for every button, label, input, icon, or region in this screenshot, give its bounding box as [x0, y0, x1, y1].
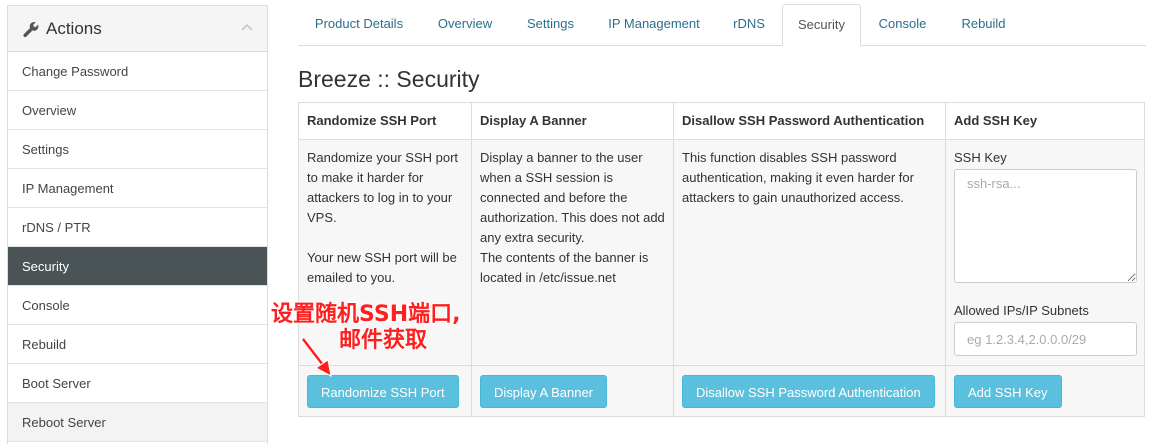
sidebar-title: Actions [46, 18, 102, 38]
actions-sidebar: Actions Change Password Overview Setting… [7, 5, 268, 444]
tab-rebuild[interactable]: Rebuild [942, 4, 1025, 46]
tab-overview[interactable]: Overview [420, 4, 510, 46]
tab-bar: Product Details Overview Settings IP Man… [298, 4, 1146, 46]
column-header: Disallow SSH Password Authentication [674, 103, 945, 140]
sidebar-item-security[interactable]: Security [8, 247, 267, 286]
disallow-password-auth-button[interactable]: Disallow SSH Password Authentication [682, 375, 935, 408]
display-banner-button[interactable]: Display A Banner [480, 375, 608, 408]
column-description: This function disables SSH password auth… [674, 140, 945, 366]
sidebar-item-label: Console [22, 297, 70, 313]
disallow-password-auth-column: Disallow SSH Password Authentication Thi… [674, 103, 946, 416]
description-text: The contents of the banner is located in… [480, 250, 649, 285]
annotation-line-1: 设置随机SSH端口, [271, 302, 461, 327]
sidebar-item-label: Security [22, 258, 69, 274]
tab-product-details[interactable]: Product Details [298, 4, 420, 46]
allowed-ips-input[interactable] [954, 322, 1137, 356]
sidebar-item-overview[interactable]: Overview [8, 91, 267, 130]
sidebar-item-console[interactable]: Console [8, 286, 267, 325]
column-header: Display A Banner [472, 103, 673, 140]
sidebar-header[interactable]: Actions [8, 6, 267, 52]
randomize-ssh-port-button[interactable]: Randomize SSH Port [307, 375, 459, 408]
page-title: Breeze :: Security [298, 66, 480, 92]
sidebar-item-settings[interactable]: Settings [8, 130, 267, 169]
column-header: Add SSH Key [946, 103, 1144, 140]
tab-settings[interactable]: Settings [510, 4, 591, 46]
allowed-ips-label: Allowed IPs/IP Subnets [954, 303, 1089, 318]
display-banner-column: Display A Banner Display a banner to the… [472, 103, 674, 416]
sidebar-item-reboot-server[interactable]: Reboot Server [8, 403, 267, 442]
chevron-up-icon[interactable] [241, 23, 253, 31]
ssh-key-textarea[interactable] [954, 169, 1137, 283]
sidebar-item-rebuild[interactable]: Rebuild [8, 325, 267, 364]
sidebar-item-label: Reboot Server [22, 414, 106, 430]
description-text: Your new SSH port will be emailed to you… [307, 250, 457, 285]
sidebar-item-label: Boot Server [22, 375, 91, 391]
add-ssh-key-form: SSH Key Allowed IPs/IP Subnets [946, 140, 1144, 366]
sidebar-item-label: Change Password [22, 63, 129, 79]
security-table: Randomize SSH Port Randomize your SSH po… [298, 102, 1145, 417]
description-text: Display a banner to the user when a SSH … [480, 150, 665, 245]
wrench-icon [23, 21, 39, 37]
sidebar-item-change-password[interactable]: Change Password [8, 52, 267, 91]
sidebar-item-label: Settings [22, 141, 69, 157]
add-ssh-key-button[interactable]: Add SSH Key [954, 375, 1062, 408]
add-ssh-key-column: Add SSH Key SSH Key Allowed IPs/IP Subne… [946, 103, 1144, 416]
arrow-icon [301, 337, 332, 377]
sidebar-item-rdns-ptr[interactable]: rDNS / PTR [8, 208, 267, 247]
description-text: This function disables SSH password auth… [682, 150, 914, 205]
sidebar-item-ip-management[interactable]: IP Management [8, 169, 267, 208]
column-footer: Display A Banner [472, 366, 673, 416]
sidebar-item-label: rDNS / PTR [22, 219, 91, 235]
tab-security[interactable]: Security [782, 4, 861, 46]
tab-ip-management[interactable]: IP Management [591, 4, 717, 46]
sidebar-item-boot-server[interactable]: Boot Server [8, 364, 267, 403]
ssh-key-label: SSH Key [954, 150, 1007, 165]
column-footer: Disallow SSH Password Authentication [674, 366, 945, 416]
column-footer: Add SSH Key [946, 366, 1144, 416]
sidebar-item-label: Overview [22, 102, 77, 118]
sidebar-item-label: IP Management [22, 180, 114, 196]
sidebar-item-label: Rebuild [22, 336, 67, 352]
description-text: Randomize your SSH port to make it harde… [307, 150, 459, 225]
column-header: Randomize SSH Port [299, 103, 471, 140]
tab-rdns[interactable]: rDNS [717, 4, 781, 46]
tab-console[interactable]: Console [863, 4, 942, 46]
